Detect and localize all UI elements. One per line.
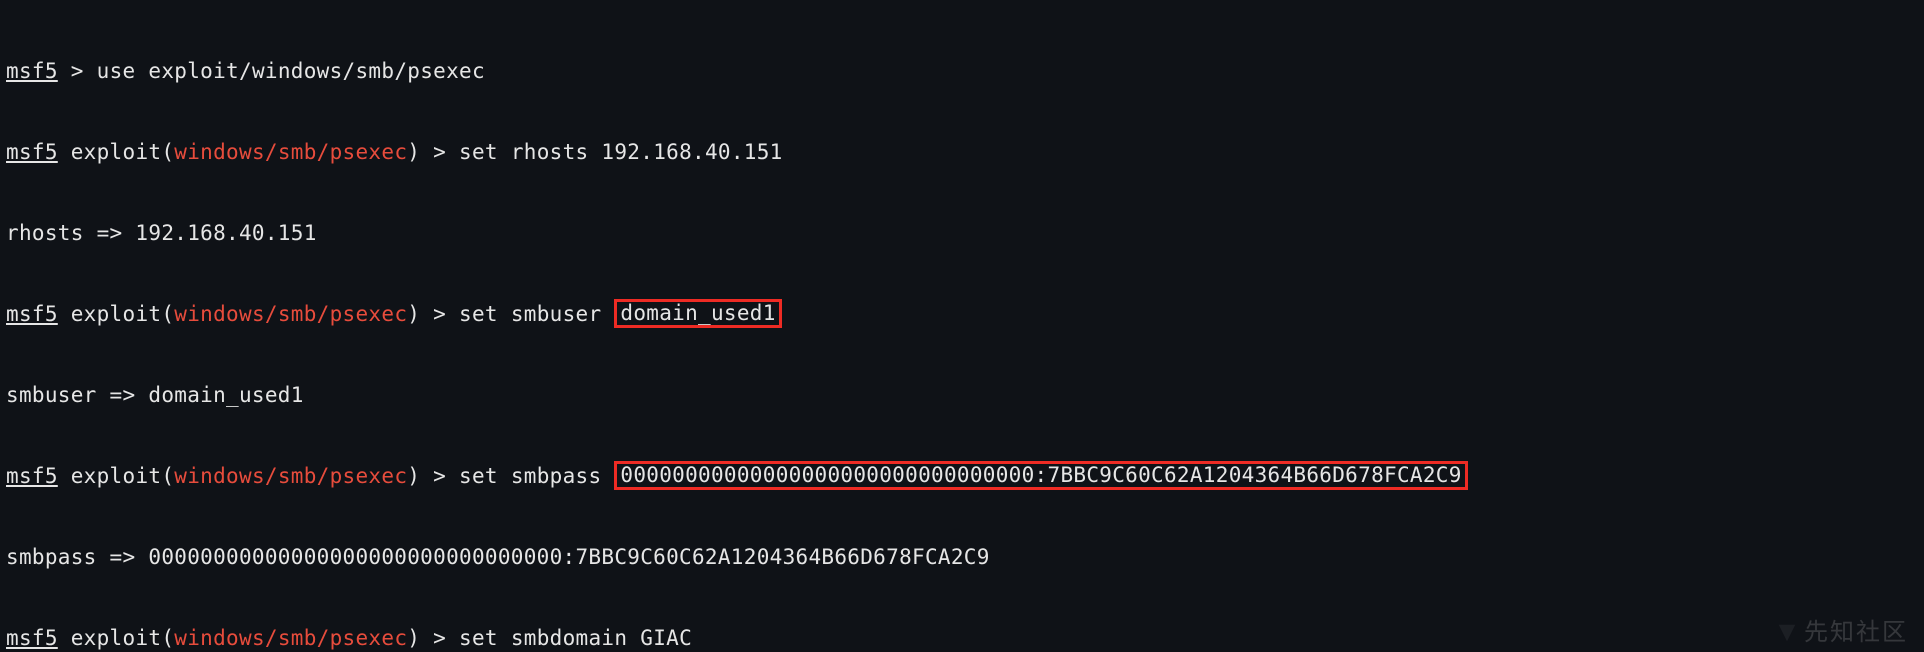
cmd-use: use exploit/windows/smb/psexec: [97, 59, 485, 83]
highlight-smbpass: 00000000000000000000000000000000:7BBC9C6…: [614, 461, 1467, 490]
line-smbuser-echo: smbuser => domain_used1: [6, 382, 1918, 409]
module-path: windows/smb/psexec: [174, 140, 407, 164]
line-set-rhosts: msf5 exploit(windows/smb/psexec) > set r…: [6, 139, 1918, 166]
line-use: msf5 > use exploit/windows/smb/psexec: [6, 58, 1918, 85]
prompt-msf: msf5: [6, 59, 58, 83]
cmd-set-smbdomain: set smbdomain GIAC: [459, 626, 692, 650]
line-smbpass-echo: smbpass => 00000000000000000000000000000…: [6, 544, 1918, 571]
line-set-smbpass: msf5 exploit(windows/smb/psexec) > set s…: [6, 463, 1918, 490]
line-set-smbdomain: msf5 exploit(windows/smb/psexec) > set s…: [6, 625, 1918, 652]
cmd-set-rhosts: set rhosts 192.168.40.151: [459, 140, 783, 164]
terminal-output: msf5 > use exploit/windows/smb/psexec ms…: [0, 0, 1924, 652]
line-rhosts-echo: rhosts => 192.168.40.151: [6, 220, 1918, 247]
highlight-smbuser: domain_used1: [614, 299, 781, 328]
line-set-smbuser: msf5 exploit(windows/smb/psexec) > set s…: [6, 301, 1918, 328]
